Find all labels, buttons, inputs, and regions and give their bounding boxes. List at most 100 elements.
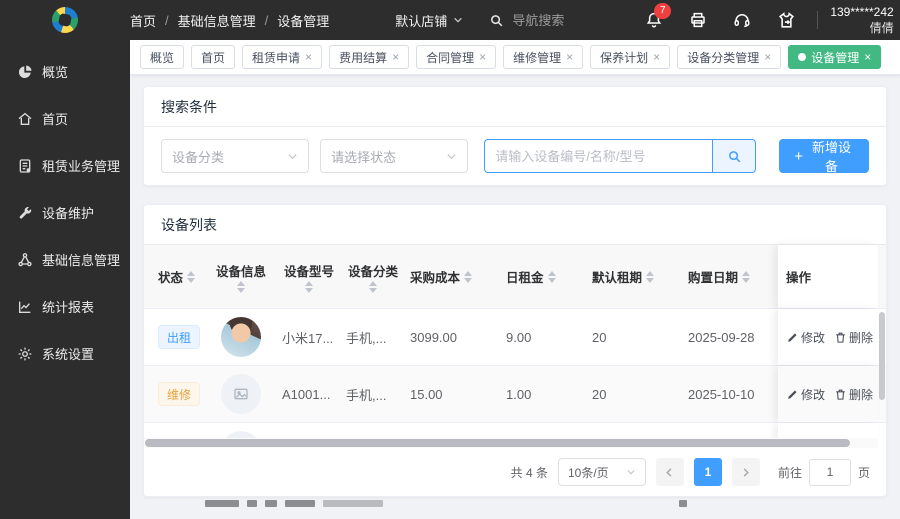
sidebar-item-home[interactable]: 首页: [0, 95, 130, 142]
pencil-icon: [788, 332, 797, 342]
close-icon[interactable]: ×: [392, 51, 399, 63]
tab-label: 保养计划: [600, 50, 649, 65]
col-default-period[interactable]: 默认租期: [582, 267, 678, 286]
sort-carets-icon[interactable]: [464, 270, 473, 283]
sort-carets-icon[interactable]: [742, 270, 751, 283]
close-icon[interactable]: ×: [566, 51, 573, 63]
col-device-category[interactable]: 设备分类: [336, 261, 400, 293]
delete-label: 删除: [849, 330, 874, 345]
cell-actions: 修改 删除: [778, 423, 878, 438]
search-button[interactable]: [712, 139, 757, 173]
device-photo[interactable]: [221, 317, 261, 357]
next-page-button[interactable]: [731, 458, 760, 486]
store-selector[interactable]: 默认店铺: [395, 11, 463, 30]
col-status[interactable]: 状态: [144, 267, 210, 286]
add-device-button[interactable]: + 新增设备: [779, 139, 869, 174]
tab-label: 合同管理: [426, 50, 475, 65]
table-row[interactable]: 出租 iP...14 平板电... 4999.00 19.00 20: [144, 423, 886, 438]
col-purchase-cost[interactable]: 采购成本: [400, 267, 496, 286]
prev-page-button[interactable]: [655, 458, 684, 486]
sidebar-item-base-info[interactable]: 基础信息管理: [0, 236, 130, 283]
keyword-input[interactable]: [484, 139, 713, 173]
tab-repair-mgmt[interactable]: 维修管理 ×: [503, 45, 584, 69]
delete-button[interactable]: 删除: [834, 329, 873, 346]
sidebar-item-device-maintain[interactable]: 设备维护: [0, 189, 130, 236]
edit-button[interactable]: 修改: [786, 329, 825, 346]
tab-contract-mgmt[interactable]: 合同管理 ×: [416, 45, 497, 69]
breadcrumb: 首页 / 基础信息管理 / 设备管理: [130, 11, 329, 30]
theme-switch-button[interactable]: [777, 11, 796, 30]
breadcrumb-separator: /: [264, 12, 269, 28]
cell-purchase-cost: 15.00: [410, 386, 443, 402]
sidebar-item-rental-mgmt[interactable]: 租赁业务管理: [0, 142, 130, 189]
col-label: 采购成本: [410, 271, 461, 285]
trash-icon: [836, 332, 845, 343]
sort-carets-icon[interactable]: [305, 280, 313, 293]
close-icon[interactable]: ×: [305, 51, 312, 63]
chevron-left-icon: [666, 467, 672, 477]
horizontal-scrollbar[interactable]: [144, 438, 878, 448]
vertical-scrollbar-thumb[interactable]: [879, 312, 885, 400]
col-label: 设备型号: [283, 264, 334, 279]
headset-icon: [734, 14, 750, 28]
breadcrumb-home[interactable]: 首页: [130, 11, 156, 30]
sort-carets-icon[interactable]: [547, 270, 556, 283]
page-size-select[interactable]: 10条/页: [557, 458, 646, 486]
user-info[interactable]: 139*****242 倩倩: [830, 4, 893, 36]
share-nodes-icon: [18, 252, 32, 266]
close-icon[interactable]: ×: [653, 51, 660, 63]
sidebar-item-reports[interactable]: 统计报表: [0, 283, 130, 330]
trash-icon: [836, 389, 845, 400]
support-button[interactable]: [733, 11, 751, 29]
nav-search-input[interactable]: [512, 12, 633, 28]
col-label: 日租金: [506, 271, 544, 285]
tab-home[interactable]: 首页: [191, 45, 236, 69]
col-device-model[interactable]: 设备型号: [272, 261, 336, 293]
tab-label: 费用结算: [339, 50, 388, 65]
tab-maintenance-plan[interactable]: 保养计划 ×: [590, 45, 671, 69]
sort-carets-icon[interactable]: [646, 270, 655, 283]
device-status-select[interactable]: 请选择状态: [320, 139, 469, 173]
cell-device-model: A1001...: [282, 386, 331, 402]
sidebar-item-overview[interactable]: 概览: [0, 48, 130, 95]
sidebar-item-settings[interactable]: 系统设置: [0, 330, 130, 377]
notifications-button[interactable]: 7: [645, 3, 672, 29]
delete-button[interactable]: 删除: [834, 386, 873, 403]
edit-button[interactable]: 修改: [786, 386, 825, 403]
print-button[interactable]: [689, 11, 707, 29]
close-icon[interactable]: ×: [479, 51, 486, 63]
breadcrumb-separator: /: [165, 12, 169, 28]
app-logo[interactable]: [0, 7, 130, 33]
close-icon[interactable]: ×: [864, 51, 871, 63]
sort-carets-icon[interactable]: [237, 280, 245, 293]
scrollbar-thumb[interactable]: [145, 439, 850, 447]
col-label: 购置日期: [688, 271, 739, 285]
col-purchase-date[interactable]: 购置日期: [678, 267, 780, 286]
document-icon: [19, 158, 31, 173]
tab-device-category[interactable]: 设备分类管理 ×: [677, 45, 782, 69]
col-device-info[interactable]: 设备信息: [210, 261, 272, 293]
sort-carets-icon[interactable]: [369, 280, 377, 293]
notification-badge: 7: [654, 3, 672, 19]
tab-device-mgmt[interactable]: 设备管理 ×: [788, 45, 882, 69]
breadcrumb-base-info[interactable]: 基础信息管理: [178, 11, 256, 30]
nav-search[interactable]: [489, 12, 633, 28]
device-category-select[interactable]: 设备分类: [161, 139, 310, 173]
select-placeholder: 请选择状态: [331, 149, 397, 165]
tab-rental-apply[interactable]: 租赁申请 ×: [242, 45, 323, 69]
search-icon: [728, 150, 741, 162]
close-icon[interactable]: ×: [764, 51, 771, 63]
tab-overview[interactable]: 概览: [140, 45, 185, 69]
table-row[interactable]: 出租 小米17... 手机,... 3099.00 9.00 20 2025-0…: [144, 309, 886, 366]
table-row[interactable]: 维修 A1001... 手机,... 15.00 1.00 20 2025-10…: [144, 366, 886, 423]
col-daily-rent[interactable]: 日租金: [496, 267, 582, 286]
sort-carets-icon[interactable]: [187, 270, 196, 283]
device-list-panel: 设备列表 状态 设备信息 设备型号 设备分类 采购成本 日租金 默认租期 购置日…: [143, 204, 887, 497]
pie-chart-icon: [18, 64, 32, 78]
printer-icon: [691, 12, 706, 28]
tab-fee-settle[interactable]: 费用结算 ×: [329, 45, 410, 69]
tag-tabs-bar: 概览 首页 租赁申请 × 费用结算 × 合同管理 × 维修管理 × 保养计划 × 设备分类…: [130, 40, 900, 75]
goto-page-input[interactable]: [808, 458, 851, 486]
page-number-button[interactable]: 1: [693, 458, 722, 486]
home-icon: [18, 112, 32, 125]
